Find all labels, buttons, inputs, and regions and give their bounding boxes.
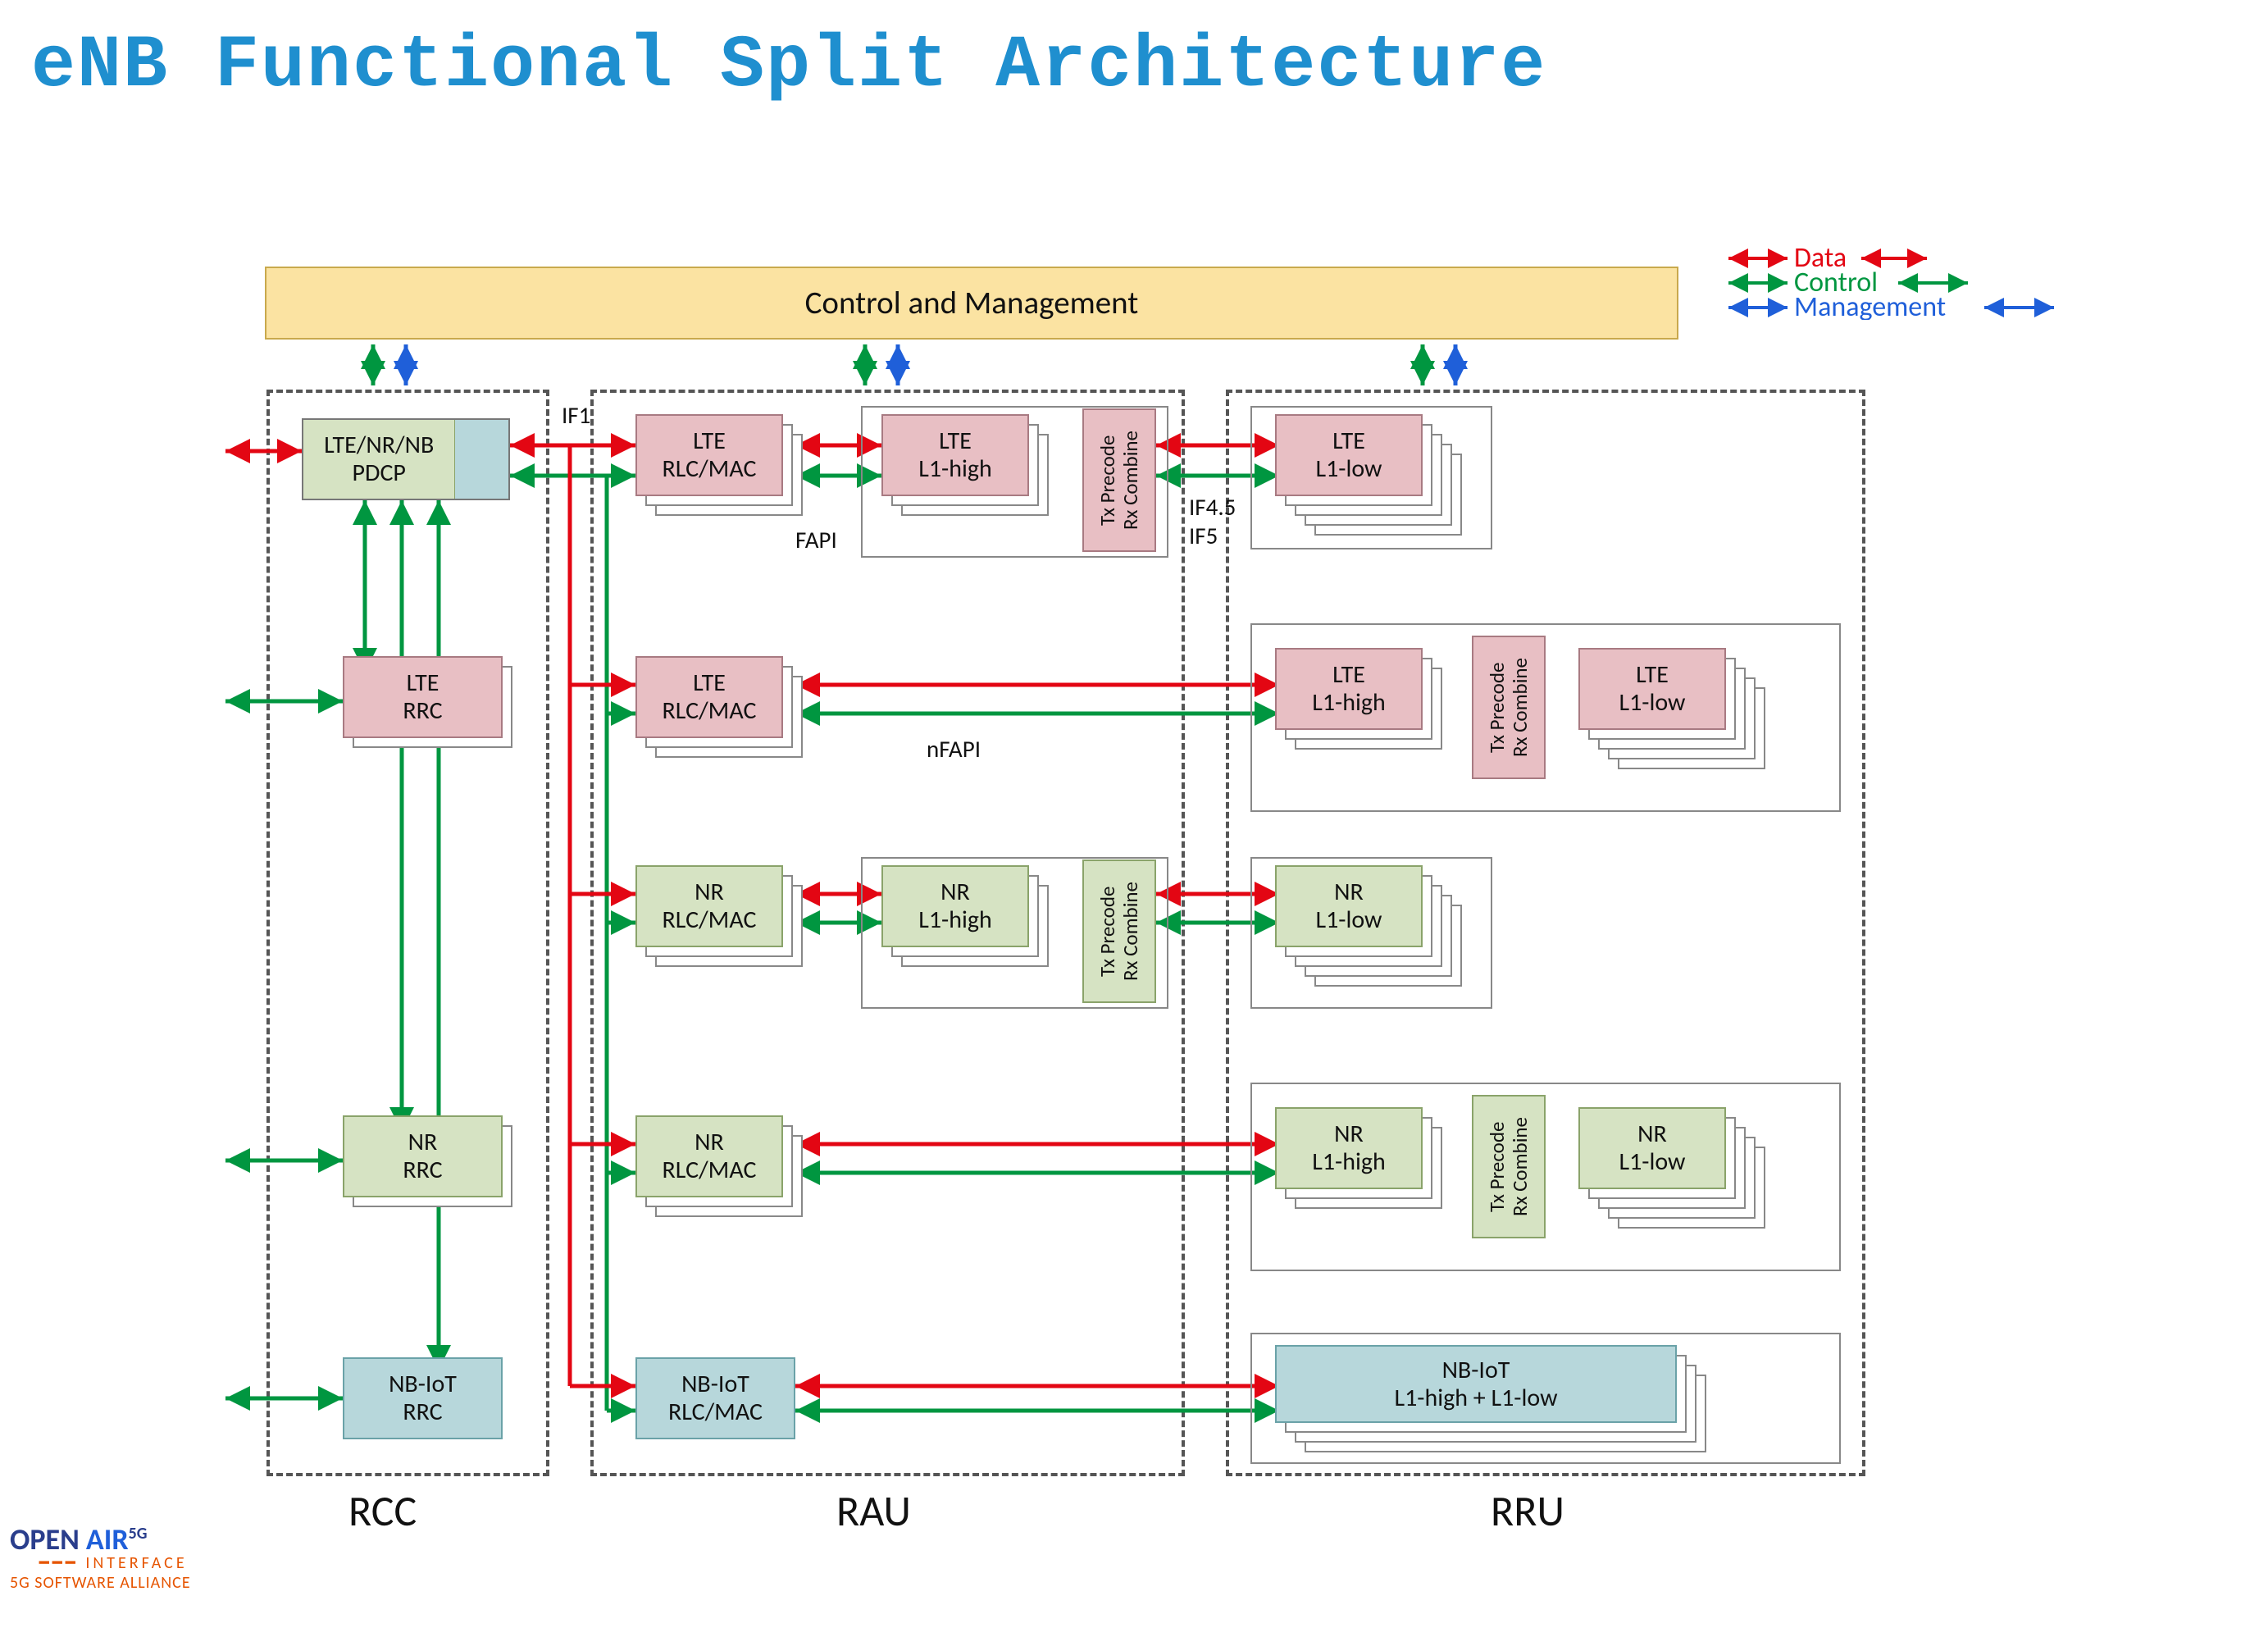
svg-text:Management: Management [1794, 295, 1946, 320]
nb-rlcmac: NB-IoTRLC/MAC [635, 1357, 795, 1439]
legend-control: Control Control [1722, 271, 2062, 295]
nr-rlcmac-2: NRRLC/MAC [635, 1115, 783, 1197]
lte-rrc-card: LTERRC [343, 656, 503, 738]
legend-management: Management Management [1722, 295, 2062, 320]
lte-rlcmac-2: LTERLC/MAC [635, 656, 783, 738]
nb-rrc-card: NB-IoTRRC [343, 1357, 503, 1439]
nr-l1high-2: NRL1-high [1275, 1107, 1423, 1189]
control-management-bar: Control and Management [265, 267, 1678, 340]
openair-logo: OPEN AIR5G ━━━ INTERFACE 5G SOFTWARE ALL… [10, 1521, 191, 1593]
svg-text:Control: Control [1794, 271, 1878, 295]
page-title: eNB Functional Split Architecture [31, 25, 1546, 108]
if45-label: IF4.5 [1189, 492, 1236, 522]
lte-txrx-2: Tx PrecodeRx Combine [1472, 636, 1546, 779]
legend: Data Data Control Control Management Man… [1722, 246, 2062, 320]
nr-l1high-1: NRL1-high [881, 865, 1029, 947]
svg-text:Data: Data [1794, 246, 1847, 271]
rcc-zone [266, 390, 549, 1476]
lte-txrx-1: Tx PrecodeRx Combine [1082, 408, 1156, 552]
lte-l1low-1: LTEL1-low [1275, 414, 1423, 496]
lte-l1high-2: LTEL1-high [1275, 648, 1423, 730]
rru-label: RRU [1491, 1484, 1564, 1537]
nb-l1: NB-IoTL1-high + L1-low [1275, 1345, 1677, 1423]
rcc-label: RCC [348, 1484, 417, 1537]
if1-label: IF1 [562, 400, 590, 430]
lte-l1low-2: LTEL1-low [1578, 648, 1726, 730]
fapi-label: FAPI [795, 525, 837, 554]
nr-l1low-1: NRL1-low [1275, 865, 1423, 947]
if5-label: IF5 [1189, 521, 1218, 550]
nr-rlcmac-1: NRRLC/MAC [635, 865, 783, 947]
lte-rlcmac-1: LTERLC/MAC [635, 414, 783, 496]
nr-txrx-2: Tx PrecodeRx Combine [1472, 1095, 1546, 1238]
lte-l1high-1: LTEL1-high [881, 414, 1029, 496]
nr-l1low-2: NRL1-low [1578, 1107, 1726, 1189]
nr-txrx-1: Tx PrecodeRx Combine [1082, 859, 1156, 1003]
rau-label: RAU [836, 1484, 911, 1537]
nr-rrc-card: NRRRC [343, 1115, 503, 1197]
legend-data: Data Data [1722, 246, 2062, 271]
pdcp-card: LTE/NR/NBPDCP [302, 418, 510, 500]
nfapi-label: nFAPI [927, 734, 981, 764]
